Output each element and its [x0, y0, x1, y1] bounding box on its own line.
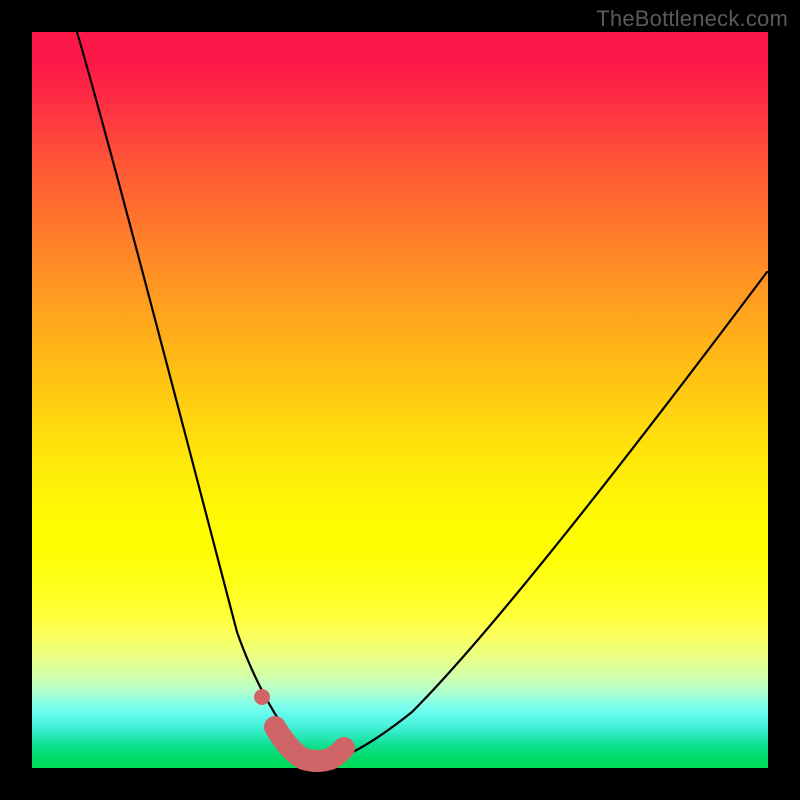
watermark-text: TheBottleneck.com — [596, 6, 788, 32]
chart-overlay-svg — [32, 32, 768, 768]
optimal-range-highlight — [275, 727, 344, 761]
dip-entry-dot — [254, 689, 270, 705]
bottleneck-curve — [77, 32, 767, 762]
